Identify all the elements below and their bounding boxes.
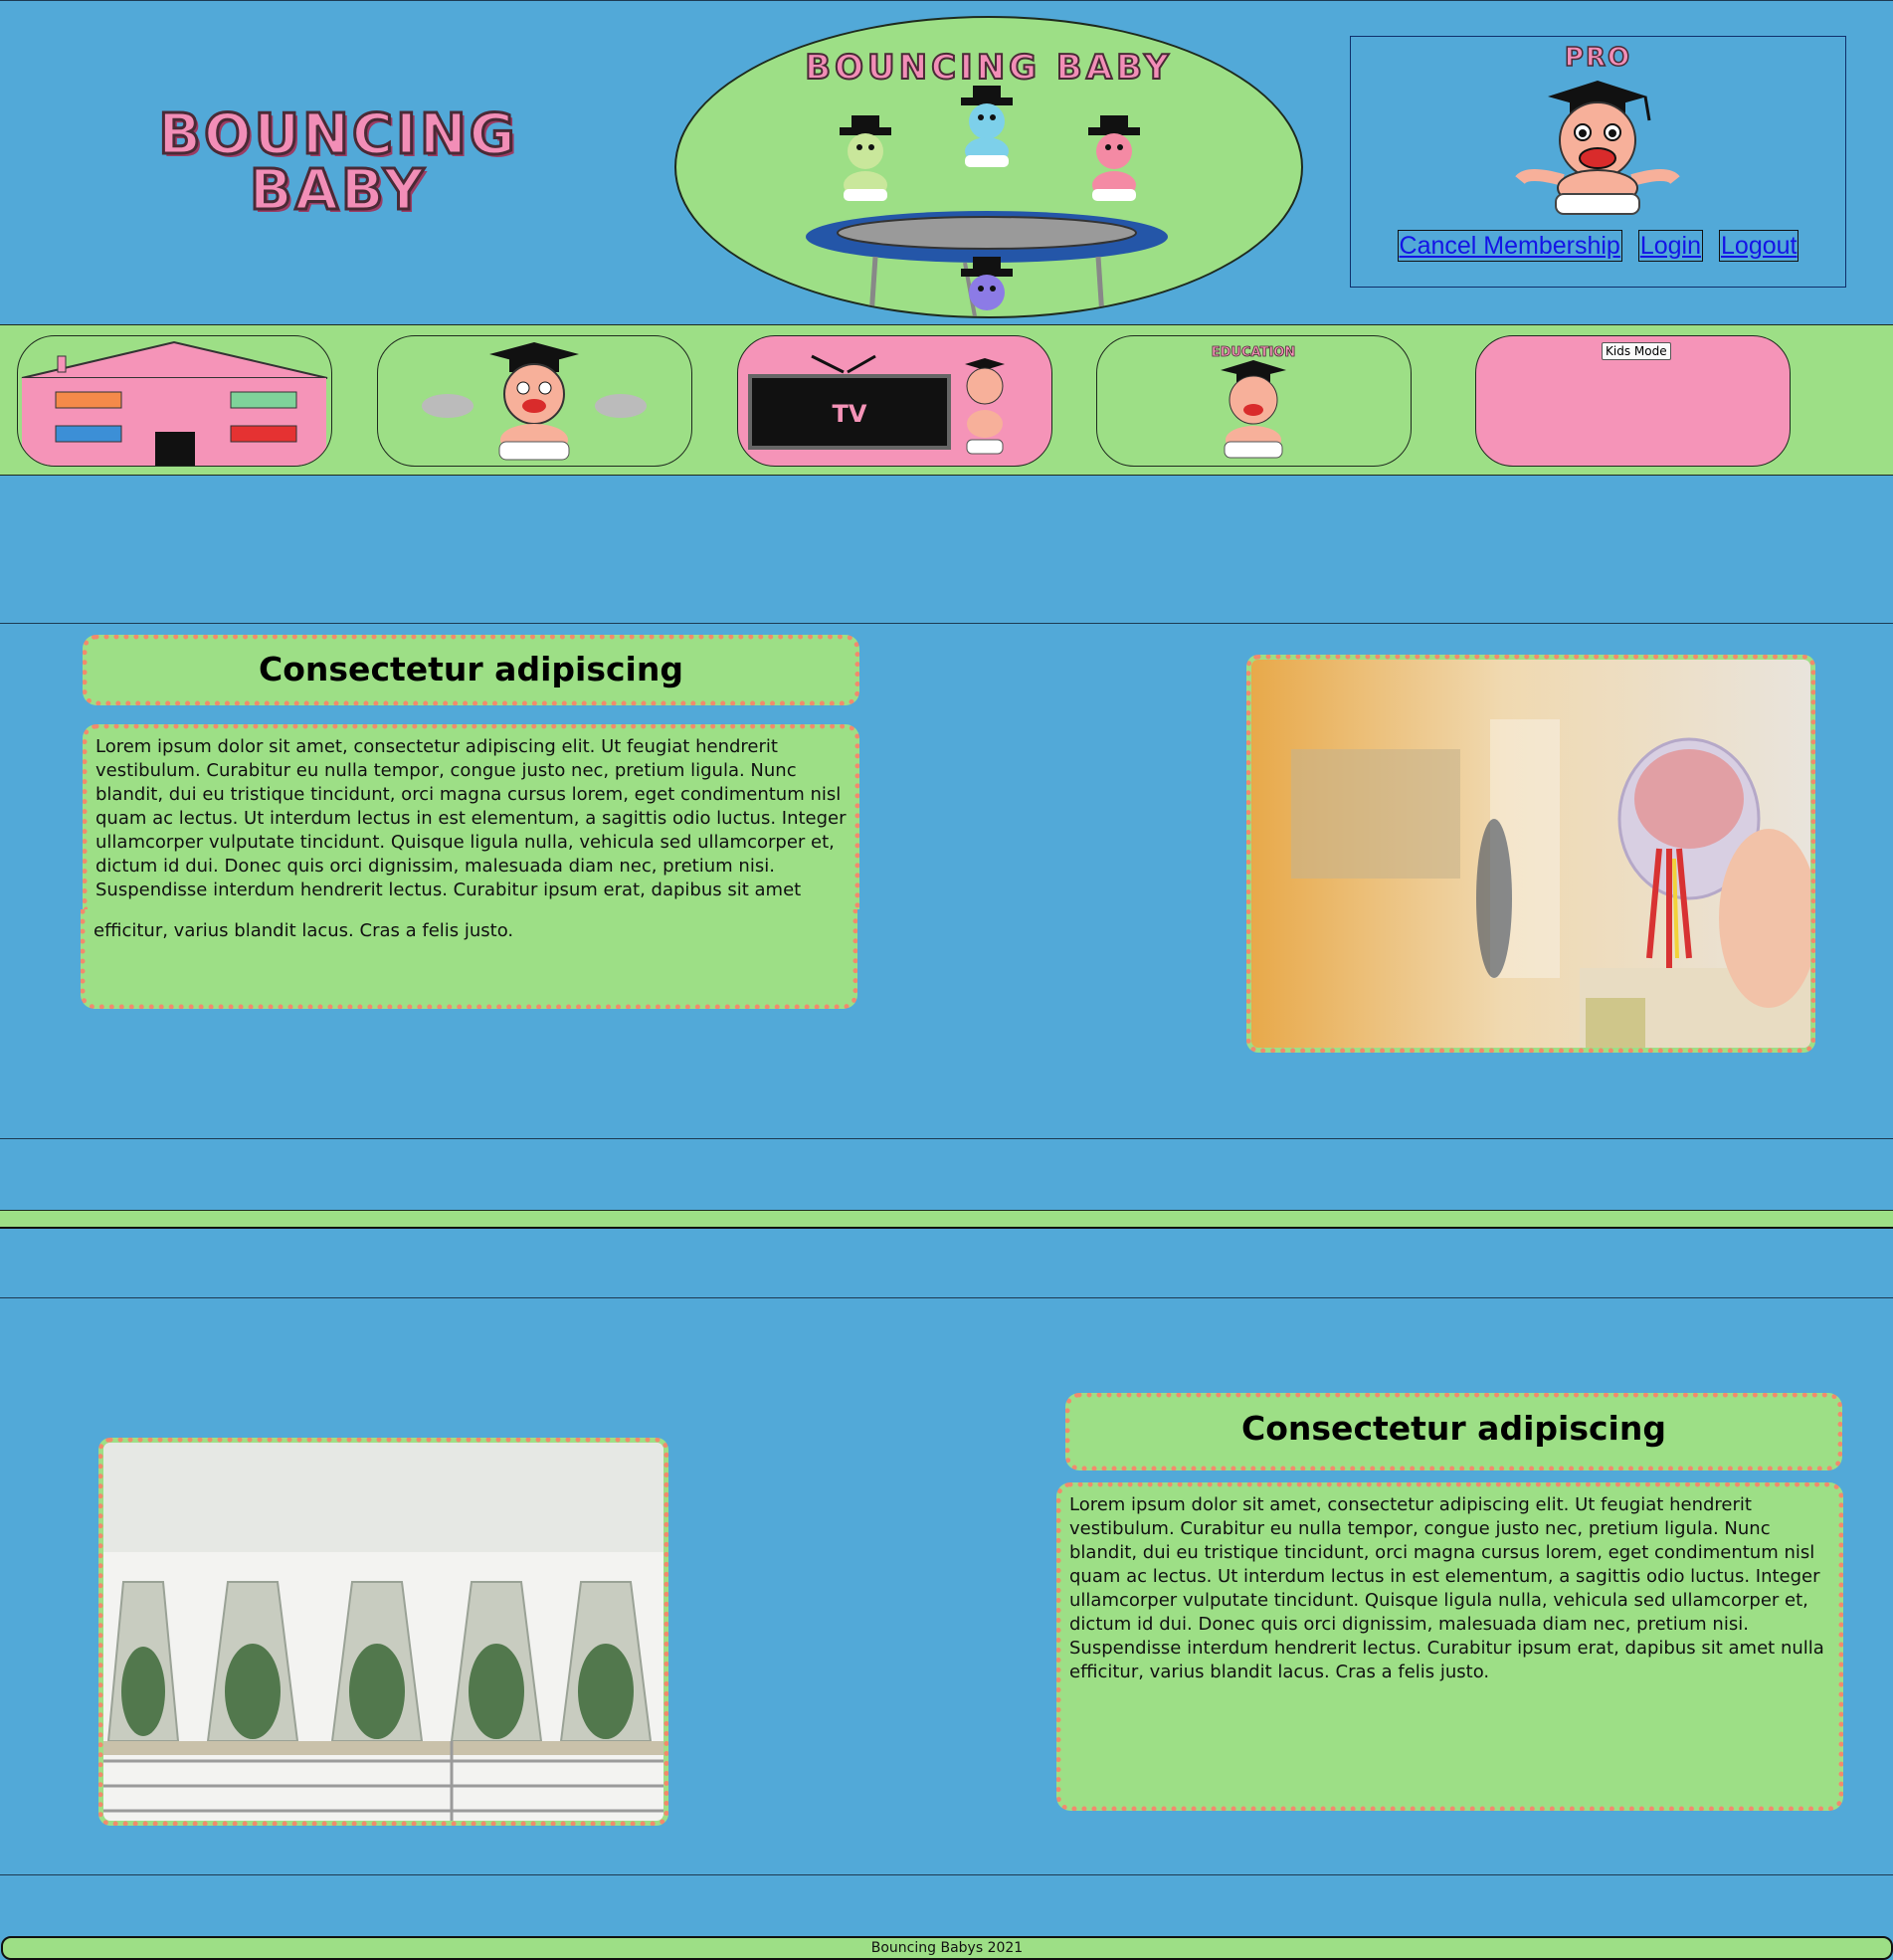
section2-body: Lorem ipsum dolor sit amet, consectetur … xyxy=(1069,1494,1824,1682)
nav-tile-home[interactable] xyxy=(17,335,332,467)
baby-blue xyxy=(961,86,1013,167)
pro-baby-icon xyxy=(1515,81,1680,215)
section1-text-card-overflow: efficitur, varius blandit lacus. Cras a … xyxy=(81,909,857,1009)
house-icon xyxy=(21,340,328,466)
account-links: Cancel Membership Login Logout xyxy=(1351,230,1845,262)
nav-tile-tv[interactable]: TV xyxy=(737,335,1052,467)
education-baby-icon: EDUCATION xyxy=(1211,345,1296,459)
section1-overflow-text: efficitur, varius blandit lacus. Cras a … xyxy=(94,920,514,941)
main-nav-bar: TV EDUCATION Kids Mode xyxy=(0,324,1893,476)
section1-title: Consectetur adipiscing xyxy=(259,650,683,688)
logo-line-1: BOUNCING xyxy=(157,102,518,167)
trampoline-babies-illustration xyxy=(806,86,1168,316)
section-divider-bar xyxy=(0,1210,1893,1229)
graduate-baby-icon xyxy=(422,342,647,461)
header-oval-banner: BOUNCING BABY xyxy=(674,16,1303,318)
baby-green xyxy=(840,115,891,201)
section1-title-card: Consectetur adipiscing xyxy=(83,635,859,705)
tv-label: TV xyxy=(833,400,867,428)
nav-tile-education[interactable]: EDUCATION xyxy=(1096,335,1412,467)
plant-flasks-image xyxy=(103,1443,663,1821)
pro-account-panel: PRO Cancel Membership Login Logout xyxy=(1350,36,1846,288)
section2-text-card: Lorem ipsum dolor sit amet, consectetur … xyxy=(1056,1482,1843,1811)
footer-text: Bouncing Babys 2021 xyxy=(870,1940,1024,1956)
section2-title: Consectetur adipiscing xyxy=(1241,1409,1666,1448)
anatomy-skull-image xyxy=(1251,660,1810,1048)
page-footer: Bouncing Babys 2021 xyxy=(1,1936,1893,1960)
skull-model-photo xyxy=(1246,655,1815,1053)
nav-tile-baby[interactable] xyxy=(377,335,692,467)
section1-text-card: Lorem ipsum dolor sit amet, consectetur … xyxy=(83,724,859,909)
lab-flasks-photo xyxy=(98,1438,668,1826)
tv-icon: TV xyxy=(748,354,1005,455)
cancel-membership-link[interactable]: Cancel Membership xyxy=(1397,230,1622,262)
section2-title-card: Consectetur adipiscing xyxy=(1065,1393,1842,1470)
login-link[interactable]: Login xyxy=(1637,230,1704,262)
site-logo-text: BOUNCING BABY xyxy=(60,102,617,223)
education-label: EDUCATION xyxy=(1212,345,1295,360)
logout-link[interactable]: Logout xyxy=(1719,230,1799,262)
nav-tile-kids-mode[interactable]: Kids Mode xyxy=(1475,335,1791,467)
logo-line-2: BABY xyxy=(248,158,428,223)
kids-mode-button[interactable]: Kids Mode xyxy=(1602,342,1671,360)
pro-label: PRO xyxy=(1564,42,1632,74)
section1-body: Lorem ipsum dolor sit amet, consectetur … xyxy=(95,736,847,904)
baby-pink xyxy=(1088,115,1140,201)
